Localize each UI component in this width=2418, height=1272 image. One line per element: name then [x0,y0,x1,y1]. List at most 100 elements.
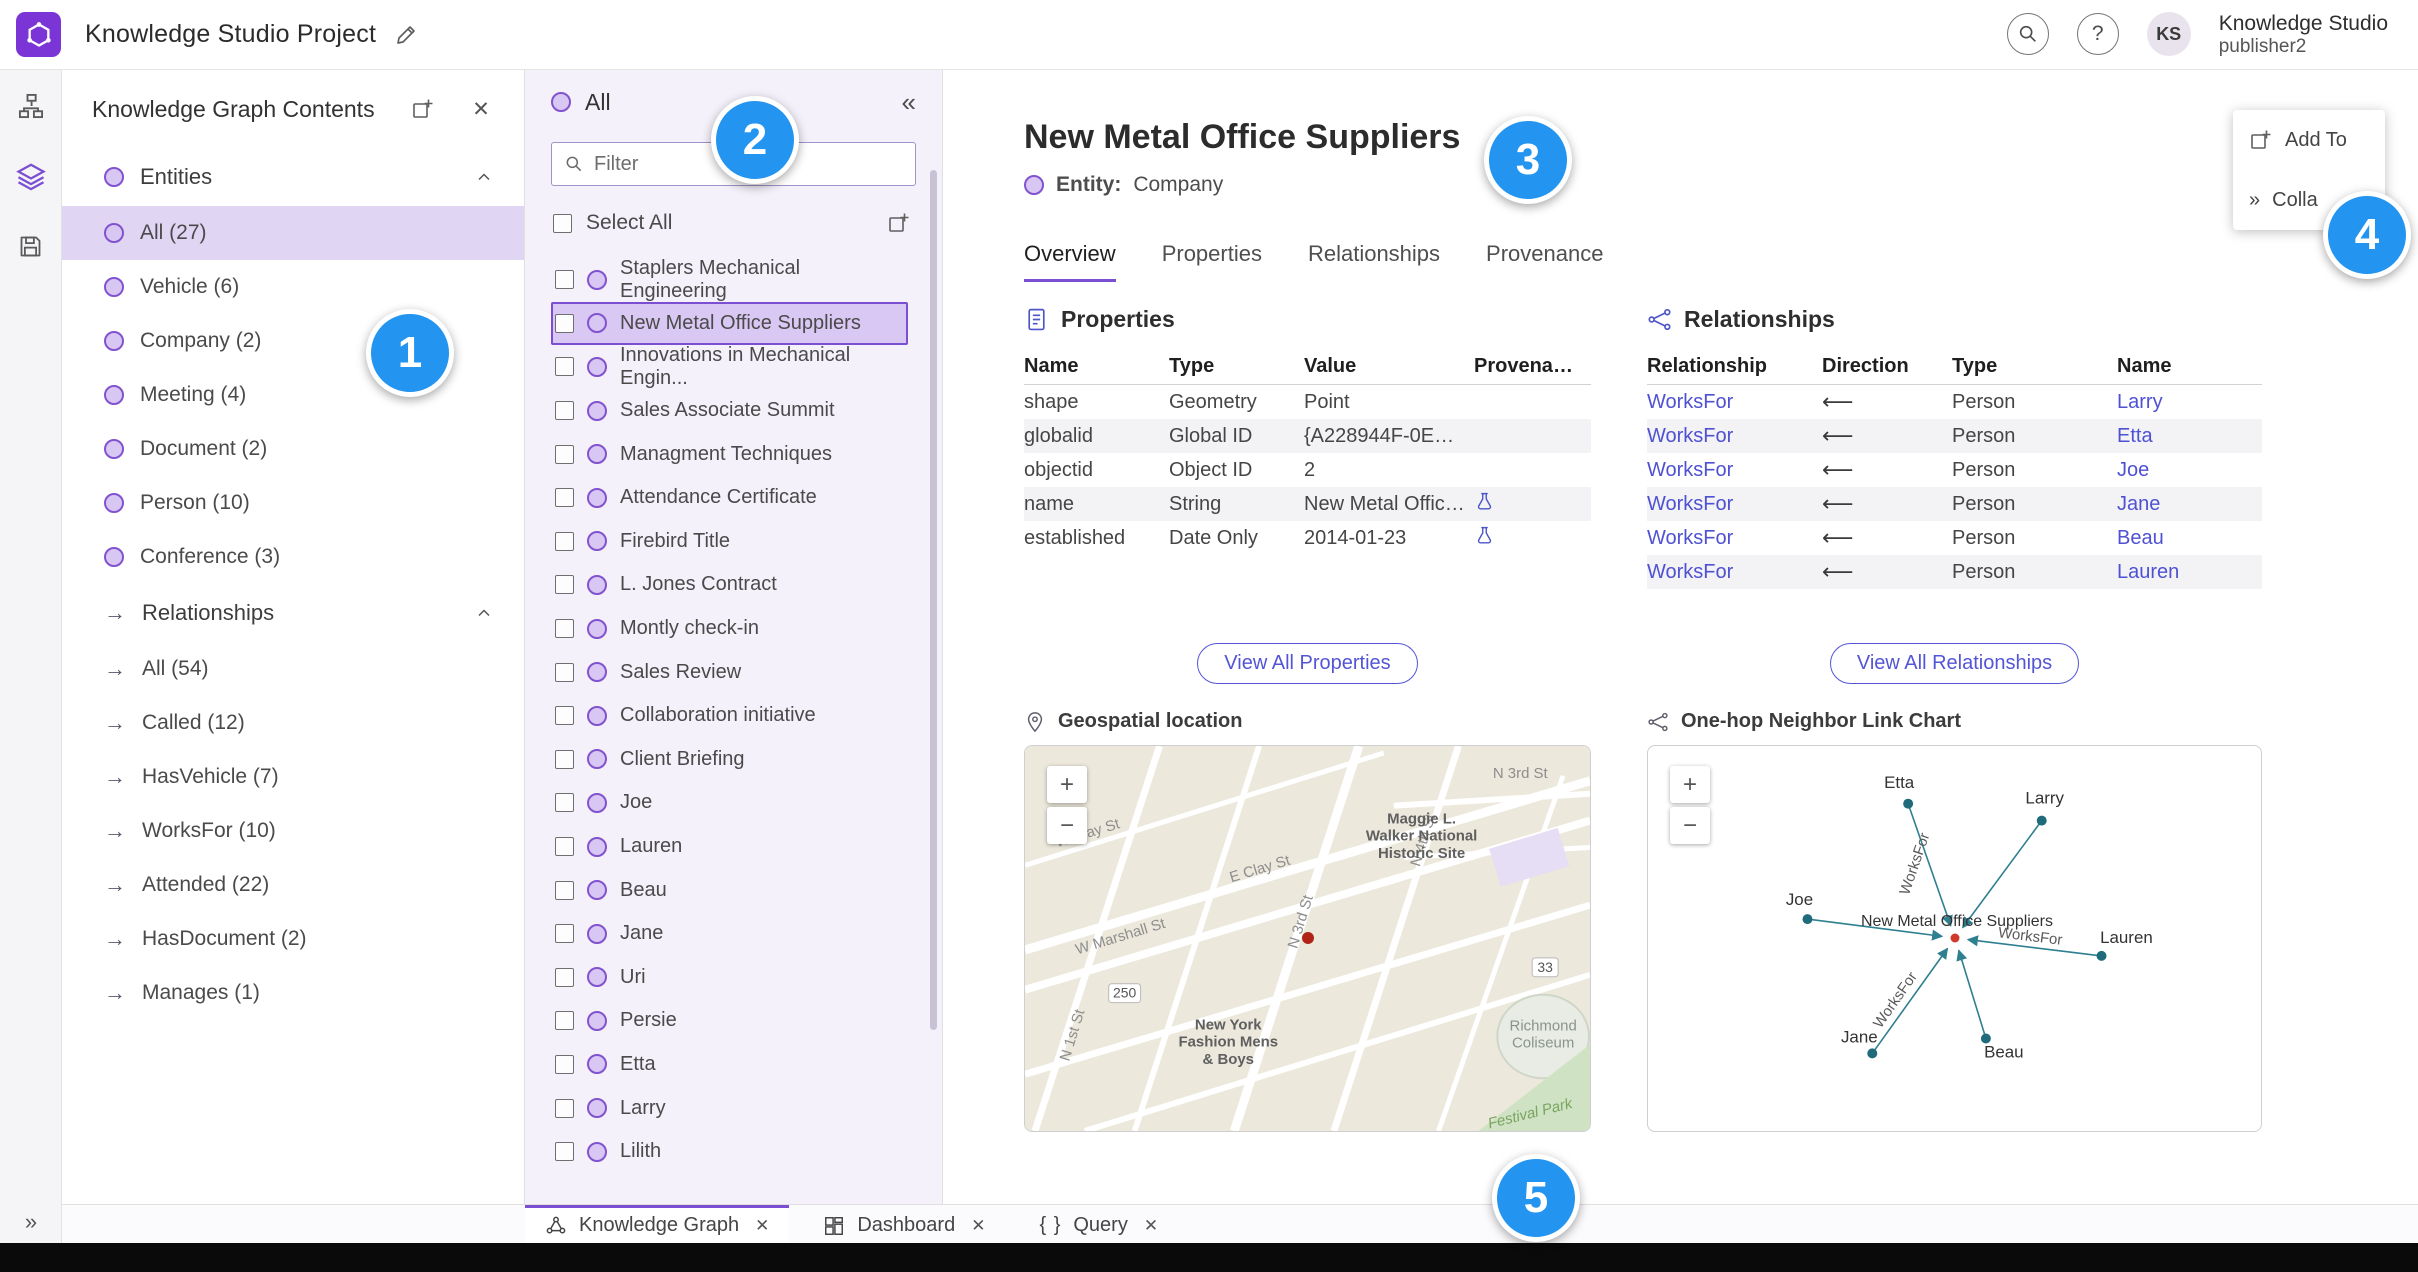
entity-list-item[interactable]: Jane [551,912,908,956]
close-panel-button[interactable]: ✕ [466,94,496,124]
entity-list-item[interactable]: Lilith [551,1130,908,1174]
related-entity-link[interactable]: Jane [2117,493,2262,516]
relationship-link[interactable]: WorksFor [1647,493,1822,516]
zoom-in-button[interactable]: + [1047,766,1087,803]
entity-list-item[interactable]: Persie [551,999,908,1043]
bottom-tab-knowledge-graph[interactable]: Knowledge Graph ✕ [525,1205,790,1243]
entity-category-item[interactable]: All (27) [62,206,524,260]
search-button[interactable] [2006,13,2049,56]
related-entity-link[interactable]: Lauren [2117,561,2262,584]
rail-expand-button[interactable]: » [0,1209,62,1235]
item-checkbox[interactable] [555,837,574,857]
entity-list-item[interactable]: Attendance Certificate [551,476,908,520]
item-checkbox[interactable] [555,880,574,900]
item-checkbox[interactable] [555,357,574,377]
rail-hierarchy-button[interactable] [11,86,51,126]
close-tab-icon[interactable]: ✕ [755,1216,769,1236]
relationship-category-item[interactable]: → Attended (22) [62,858,524,912]
chevron-up-icon[interactable] [474,167,494,187]
relationship-link[interactable]: WorksFor [1647,459,1822,482]
tab-relationships[interactable]: Relationships [1308,241,1440,282]
item-checkbox[interactable] [555,706,574,726]
app-logo[interactable] [16,12,61,57]
item-checkbox[interactable] [555,488,574,508]
close-tab-icon[interactable]: ✕ [1144,1216,1158,1236]
tab-properties[interactable]: Properties [1162,241,1262,282]
entity-list-item[interactable]: Etta [551,1043,908,1087]
chevron-up-icon[interactable] [474,603,494,623]
zoom-in-button[interactable]: + [1670,766,1710,803]
provenance-icon[interactable] [1474,491,1495,512]
entity-list-item[interactable]: Uri [551,956,908,1000]
help-button[interactable]: ? [2076,13,2119,56]
zoom-out-button[interactable]: − [1047,807,1087,844]
relationship-category-item[interactable]: → WorksFor (10) [62,804,524,858]
entity-list-item[interactable]: Client Briefing [551,738,908,782]
item-checkbox[interactable] [555,1011,574,1031]
relationship-link[interactable]: WorksFor [1647,527,1822,550]
entity-list-item[interactable]: Collaboration initiative [551,694,908,738]
entity-category-item[interactable]: Company (2) [62,314,524,368]
entity-list-item[interactable]: Sales Associate Summit [551,389,908,433]
zoom-out-button[interactable]: − [1670,807,1710,844]
avatar[interactable]: KS [2146,12,2191,57]
close-tab-icon[interactable]: ✕ [971,1216,985,1236]
bottom-tab-dashboard[interactable]: Dashboard ✕ [803,1205,1005,1243]
map-canvas[interactable]: N 3rd StN 4th StN 3rd StE Clay StW Clay … [1025,746,1590,1131]
related-entity-link[interactable]: Etta [2117,425,2262,448]
item-checkbox[interactable] [555,793,574,813]
relationship-link[interactable]: WorksFor [1647,561,1822,584]
entity-category-item[interactable]: Document (2) [62,422,524,476]
entity-list-item[interactable]: Joe [551,781,908,825]
entity-list-item[interactable]: Sales Review [551,650,908,694]
item-checkbox[interactable] [555,1142,574,1162]
relationship-category-item[interactable]: → All (54) [62,642,524,696]
item-checkbox[interactable] [555,531,574,551]
item-checkbox[interactable] [555,619,574,639]
relationships-section-header[interactable]: → Relationships [62,584,524,642]
item-checkbox[interactable] [555,313,574,333]
person-node[interactable] [2036,815,2047,826]
relationship-link[interactable]: WorksFor [1647,391,1822,414]
entity-list-item[interactable]: Lauren [551,825,908,869]
item-checkbox[interactable] [555,1054,574,1074]
entity-list-item[interactable]: Staplers Mechanical Engineering [551,257,908,302]
entity-list-item[interactable]: Larry [551,1086,908,1130]
link-chart-canvas[interactable]: WorksForWorksForWorksForEttaLarryJoeLaur… [1648,746,2261,1131]
person-node[interactable] [2096,950,2107,961]
item-checkbox[interactable] [555,967,574,987]
scrollbar[interactable] [930,170,937,1030]
person-node[interactable] [1802,914,1813,925]
add-panel-button[interactable] [408,94,438,124]
item-checkbox[interactable] [555,662,574,682]
item-checkbox[interactable] [555,401,574,421]
view-all-relationships-button[interactable]: View All Relationships [1829,643,2080,684]
entity-category-item[interactable]: Person (10) [62,476,524,530]
related-entity-link[interactable]: Joe [2117,459,2262,482]
item-checkbox[interactable] [555,444,574,464]
provenance-icon[interactable] [1474,525,1495,546]
entity-category-item[interactable]: Vehicle (6) [62,260,524,314]
related-entity-link[interactable]: Beau [2117,527,2262,550]
select-all-checkbox[interactable] [553,213,572,233]
entity-list-item[interactable]: L. Jones Contract [551,563,908,607]
center-entity-node[interactable] [1950,933,1960,943]
bottom-tab-query[interactable]: { } Query ✕ [1019,1205,1178,1243]
rail-layers-button[interactable] [11,156,51,196]
entity-list-item[interactable]: Innovations in Mechanical Engin... [551,344,908,389]
edit-title-button[interactable] [394,23,418,47]
entity-category-item[interactable]: Conference (3) [62,530,524,584]
entity-list-item[interactable]: Managment Techniques [551,432,908,476]
relationship-category-item[interactable]: → HasVehicle (7) [62,750,524,804]
item-checkbox[interactable] [555,575,574,595]
add-selection-button[interactable] [884,208,914,238]
item-checkbox[interactable] [555,270,574,290]
entity-list-item[interactable]: New Metal Office Suppliers [551,301,908,346]
entity-category-item[interactable]: Meeting (4) [62,368,524,422]
entity-list-item[interactable]: Beau [551,868,908,912]
item-checkbox[interactable] [555,924,574,944]
rail-save-button[interactable] [11,226,51,266]
collapse-panel-button[interactable]: « [902,87,916,118]
relationship-category-item[interactable]: → Called (12) [62,696,524,750]
entities-section-header[interactable]: Entities [62,148,524,206]
